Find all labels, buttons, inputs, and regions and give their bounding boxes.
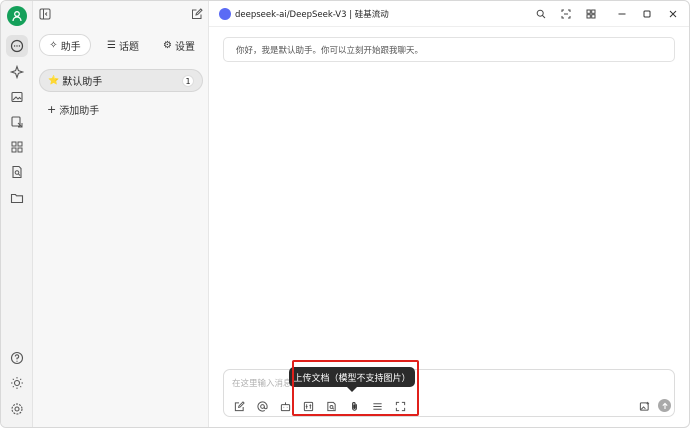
theme-icon[interactable] <box>6 372 28 394</box>
chat-icon[interactable] <box>6 35 28 57</box>
mention-model-icon[interactable] <box>255 399 269 413</box>
model-title[interactable]: deepseek-ai/DeepSeek-V3 | 硅基流动 <box>235 8 389 20</box>
new-chat-icon[interactable] <box>191 8 203 20</box>
layout-grid-icon[interactable] <box>583 6 599 22</box>
list-icon: ☰ <box>107 39 116 51</box>
apps-icon[interactable] <box>6 136 28 158</box>
title-bar: deepseek-ai/DeepSeek-V3 | 硅基流动 <box>209 1 689 27</box>
settings-icon[interactable] <box>6 398 28 420</box>
send-button[interactable] <box>658 399 671 412</box>
tab-topics[interactable]: ☰ 话题 <box>101 34 145 56</box>
tab-assistants[interactable]: ✧ 助手 <box>39 34 91 56</box>
close-icon[interactable] <box>665 6 681 22</box>
folder-icon[interactable] <box>6 187 28 209</box>
tab-settings[interactable]: ⚙ 设置 <box>155 34 203 56</box>
sparkle-icon: ✧ <box>49 39 58 51</box>
assistant-greeting-message: 你好，我是默认助手。你可以立刻开始跟我聊天。 <box>223 37 675 62</box>
translate-icon[interactable] <box>6 111 28 133</box>
assistant-panel: ✧ 助手 ☰ 话题 ⚙ 设置 ⭐ 默认助手 1 + 添加助手 <box>33 1 209 427</box>
image-generate-icon[interactable] <box>637 399 651 413</box>
minimize-icon[interactable] <box>614 6 630 22</box>
maximize-icon[interactable] <box>639 6 655 22</box>
arrow-up-icon <box>661 402 668 409</box>
panel-tabs: ✧ 助手 ☰ 话题 ⚙ 设置 <box>39 34 203 56</box>
new-topic-icon[interactable] <box>232 399 246 413</box>
sidebar-toggle-icon[interactable] <box>39 8 51 20</box>
highlight-box <box>292 360 419 416</box>
plus-icon: + <box>47 103 57 116</box>
sparkle-icon[interactable] <box>6 61 28 83</box>
model-logo-icon <box>219 8 231 20</box>
assistant-item-default[interactable]: ⭐ 默认助手 1 <box>39 69 203 92</box>
assistant-name: 默认助手 <box>62 77 103 88</box>
minimap-icon[interactable] <box>558 6 574 22</box>
topic-count-badge: 1 <box>182 75 194 87</box>
search-icon[interactable] <box>533 6 549 22</box>
add-assistant-button[interactable]: + 添加助手 <box>47 102 99 117</box>
image-icon[interactable] <box>6 86 28 108</box>
panel-header <box>33 1 209 27</box>
file-search-icon[interactable] <box>6 161 28 183</box>
gear-icon: ⚙ <box>163 39 172 51</box>
star-icon: ⭐ <box>48 75 60 86</box>
app-window: ✧ 助手 ☰ 话题 ⚙ 设置 ⭐ 默认助手 1 + 添加助手 deepseek-… <box>0 0 690 428</box>
user-avatar-icon[interactable] <box>7 6 27 26</box>
icon-rail <box>1 1 33 427</box>
help-icon[interactable] <box>6 347 28 369</box>
assistant-bot-icon[interactable] <box>278 399 292 413</box>
